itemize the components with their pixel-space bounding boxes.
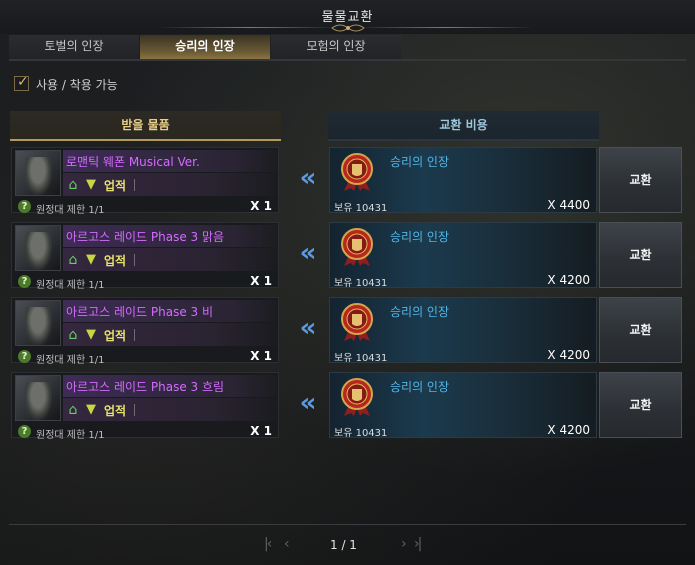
roster-limit: 원정대 제한 1/1 — [36, 205, 105, 216]
chevron-down-badge-icon: ▼ — [86, 177, 96, 192]
cost-item-name: 승리의 인장 — [390, 380, 450, 394]
item-category-tag: 업적 — [104, 254, 127, 268]
exchange-button[interactable]: 교환 — [599, 222, 682, 288]
house-icon: ⌂ — [68, 402, 78, 418]
exchange-button[interactable]: 교환 — [599, 297, 682, 363]
owned-count: 보유 10431 — [334, 278, 388, 289]
roster-limit: 원정대 제한 1/1 — [36, 280, 105, 291]
cost-item-card[interactable]: 승리의 인장 보유 10431 X 4200 — [329, 222, 597, 289]
cost-quantity: X 4200 — [547, 423, 590, 437]
item-thumbnail — [15, 150, 61, 196]
reward-item-card[interactable]: 로맨틱 웨폰 Musical Ver. ⌂ ▼ 업적 ? 원정대 제한 1/1 … — [11, 147, 279, 216]
item-category-tag: 업적 — [104, 404, 127, 418]
exchange-row: 아르고스 레이드 Phase 3 비 ⌂ ▼ 업적 ? 원정대 제한 1/1 X… — [9, 293, 686, 366]
page-indicator: 1 / 1 — [330, 538, 357, 552]
cost-item-card[interactable]: 승리의 인장 보유 10431 X 4400 — [329, 147, 597, 214]
page-next-icon[interactable]: › — [401, 536, 407, 552]
title-ornament-line-left — [160, 27, 340, 28]
cost-item-name: 승리의 인장 — [390, 230, 450, 244]
seal-medal-icon — [341, 378, 373, 416]
reward-item-card[interactable]: 아르고스 레이드 Phase 3 흐림 ⌂ ▼ 업적 ? 원정대 제한 1/1 … — [11, 372, 279, 441]
chevron-down-badge-icon: ▼ — [86, 252, 96, 267]
owned-count: 보유 10431 — [334, 353, 388, 364]
title-bar: 물물교환 — [0, 0, 695, 34]
reward-quantity: X 1 — [250, 424, 272, 438]
tab-subjugation-seal[interactable]: 토벌의 인장 — [9, 35, 139, 61]
receive-items-header: 받을 물품 — [10, 111, 281, 141]
reward-item-card[interactable]: 아르고스 레이드 Phase 3 맑음 ⌂ ▼ 업적 ? 원정대 제한 1/1 … — [11, 222, 279, 291]
exchange-row: 아르고스 레이드 Phase 3 흐림 ⌂ ▼ 업적 ? 원정대 제한 1/1 … — [9, 368, 686, 441]
item-name: 아르고스 레이드 Phase 3 비 — [66, 305, 214, 319]
cost-quantity: X 4200 — [547, 348, 590, 362]
page-prev-icon[interactable]: ‹ — [284, 536, 290, 552]
item-name: 아르고스 레이드 Phase 3 흐림 — [66, 380, 225, 394]
cost-item-name: 승리의 인장 — [390, 305, 450, 319]
seal-medal-icon — [341, 303, 373, 341]
chevron-down-badge-icon: ▼ — [86, 327, 96, 342]
question-icon[interactable]: ? — [18, 200, 31, 213]
reward-item-card[interactable]: 아르고스 레이드 Phase 3 비 ⌂ ▼ 업적 ? 원정대 제한 1/1 X… — [11, 297, 279, 366]
tab-victory-seal[interactable]: 승리의 인장 — [140, 35, 270, 61]
cost-item-card[interactable]: 승리의 인장 보유 10431 X 4200 — [329, 297, 597, 364]
tab-adventure-seal[interactable]: 모험의 인장 — [271, 35, 401, 61]
house-icon: ⌂ — [68, 177, 78, 193]
pagination: |‹ ‹ 1 / 1 › ›| — [0, 534, 695, 556]
roster-limit: 원정대 제한 1/1 — [36, 355, 105, 366]
question-icon[interactable]: ? — [18, 275, 31, 288]
question-icon[interactable]: ? — [18, 350, 31, 363]
item-name: 로맨틱 웨폰 Musical Ver. — [66, 155, 200, 169]
cost-quantity: X 4400 — [547, 198, 590, 212]
exchange-row: 로맨틱 웨폰 Musical Ver. ⌂ ▼ 업적 ? 원정대 제한 1/1 … — [9, 143, 686, 216]
item-thumbnail — [15, 225, 61, 271]
seal-medal-icon — [341, 228, 373, 266]
item-category-tag: 업적 — [104, 179, 127, 193]
cost-item-name: 승리의 인장 — [390, 155, 450, 169]
exchange-button[interactable]: 교환 — [599, 147, 682, 213]
item-thumbnail — [15, 300, 61, 346]
exchange-button[interactable]: 교환 — [599, 372, 682, 438]
house-icon: ⌂ — [68, 327, 78, 343]
item-name: 아르고스 레이드 Phase 3 맑음 — [66, 230, 225, 244]
page-first-icon[interactable]: |‹ — [264, 536, 272, 552]
reward-quantity: X 1 — [250, 199, 272, 213]
roster-limit: 원정대 제한 1/1 — [36, 430, 105, 441]
item-thumbnail — [15, 375, 61, 421]
double-chevron-left-icon: « — [299, 163, 317, 193]
usable-checkbox[interactable]: ✓ — [14, 74, 29, 91]
double-chevron-left-icon: « — [299, 388, 317, 418]
question-icon[interactable]: ? — [18, 425, 31, 438]
chevron-down-badge-icon: ▼ — [86, 402, 96, 417]
cost-quantity: X 4200 — [547, 273, 590, 287]
reward-quantity: X 1 — [250, 274, 272, 288]
exchange-row: 아르고스 레이드 Phase 3 맑음 ⌂ ▼ 업적 ? 원정대 제한 1/1 … — [9, 218, 686, 291]
reward-quantity: X 1 — [250, 349, 272, 363]
tab-bar: 토벌의 인장 승리의 인장 모험의 인장 — [9, 35, 686, 61]
double-chevron-left-icon: « — [299, 313, 317, 343]
house-icon: ⌂ — [68, 252, 78, 268]
seal-medal-icon — [341, 153, 373, 191]
owned-count: 보유 10431 — [334, 203, 388, 214]
usable-filter-label: 사용 / 착용 가능 — [36, 78, 118, 92]
double-chevron-left-icon: « — [299, 238, 317, 268]
page-last-icon[interactable]: ›| — [414, 536, 422, 552]
title-ornament-icon — [331, 24, 365, 32]
checkmark-icon: ✓ — [17, 74, 29, 90]
cost-item-card[interactable]: 승리의 인장 보유 10431 X 4200 — [329, 372, 597, 439]
owned-count: 보유 10431 — [334, 428, 388, 439]
exchange-cost-header: 교환 비용 — [328, 111, 599, 141]
title-ornament-line-right — [355, 27, 535, 28]
item-category-tag: 업적 — [104, 329, 127, 343]
tab-underline — [9, 59, 686, 61]
